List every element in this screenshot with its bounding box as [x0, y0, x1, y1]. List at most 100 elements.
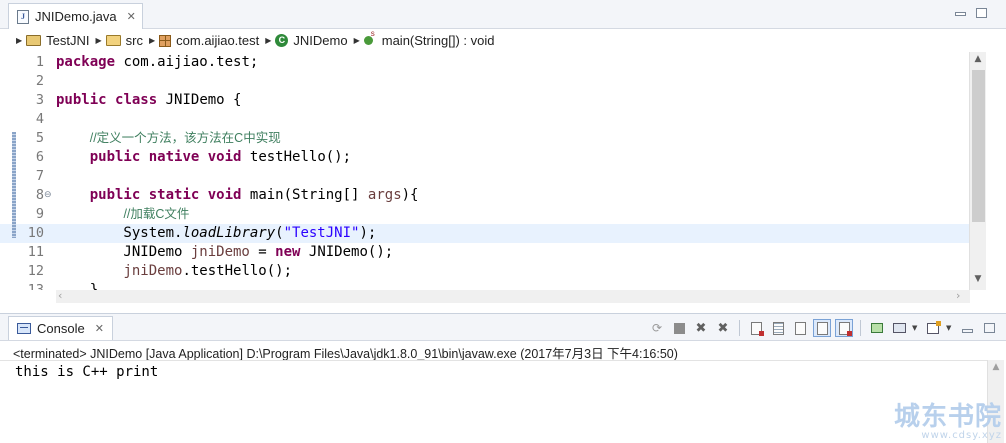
toolbar-separator	[860, 320, 861, 336]
code-line[interactable]: 13 }	[0, 281, 970, 290]
code-text: jniDemo.testHello();	[123, 263, 293, 279]
maximize-icon[interactable]	[976, 8, 987, 18]
editor-tab-strip: J JNIDemo.java ✕	[0, 0, 1006, 29]
close-icon[interactable]: ✕	[95, 322, 104, 335]
pin-console-icon[interactable]	[868, 319, 886, 337]
scroll-up-icon[interactable]: ▲	[988, 362, 1004, 372]
editor-tab-label: JNIDemo.java	[35, 9, 117, 24]
console-tab[interactable]: Console ✕	[8, 316, 113, 340]
watermark-url: www.cdsy.xyz	[921, 430, 1002, 441]
line-number: 5	[35, 130, 44, 146]
editor-tab-jnidemo[interactable]: J JNIDemo.java ✕	[8, 3, 143, 29]
console-part: Console ✕ ⟳ ✖ ✖ ▼ ▼ <terminated> JNIDemo…	[0, 313, 1006, 443]
clear-console-icon[interactable]	[747, 319, 765, 337]
scroll-up-icon[interactable]: ▲	[970, 54, 986, 64]
breadcrumb-label: JNIDemo	[293, 33, 348, 48]
breadcrumb-separator-icon[interactable]: ▶	[265, 36, 271, 45]
fold-collapse-icon[interactable]: ⊖	[44, 186, 52, 205]
breadcrumb-item-project[interactable]: TestJNI	[26, 33, 90, 48]
line-number: 4	[35, 111, 44, 127]
code-text: public native void testHello();	[89, 149, 352, 165]
line-number: 2	[35, 73, 44, 89]
line-number: 12	[27, 263, 44, 279]
breadcrumb-label: com.aijiao.test	[176, 33, 260, 48]
show-on-stdout-icon[interactable]	[813, 319, 831, 337]
open-console-icon[interactable]	[924, 319, 942, 337]
editor-vertical-scrollbar[interactable]: ▲ ▼	[969, 52, 986, 290]
watermark-title: 城东书院	[893, 402, 1002, 432]
chevron-down-icon[interactable]: ▼	[946, 324, 954, 332]
remove-all-terminated-icon[interactable]: ✖	[714, 319, 732, 337]
code-line[interactable]: 11 JNIDemo jniDemo = new JNIDemo();	[0, 243, 970, 262]
editor-horizontal-scrollbar[interactable]: ‹ ›	[56, 289, 970, 303]
code-line[interactable]: 6 public native void testHello();	[0, 148, 970, 167]
breadcrumb-separator-icon[interactable]: ▶	[149, 36, 155, 45]
terminate-icon[interactable]	[670, 319, 688, 337]
code-text: public class JNIDemo {	[56, 92, 242, 108]
scroll-left-icon[interactable]: ‹	[58, 289, 62, 302]
breadcrumb: ▶ TestJNI ▶ src ▶ com.aijiao.test ▶ C JN…	[0, 29, 1006, 51]
line-number: 7	[35, 168, 44, 184]
close-icon[interactable]: ✕	[127, 10, 136, 23]
line-number: 1	[35, 54, 44, 70]
breadcrumb-item-src[interactable]: src	[105, 33, 143, 48]
code-line[interactable]: 10 System.loadLibrary("TestJNI");	[0, 224, 970, 243]
change-ruler-bar	[12, 132, 16, 238]
display-console-icon[interactable]	[890, 319, 908, 337]
minimize-icon[interactable]	[958, 319, 976, 337]
scroll-down-icon[interactable]: ▼	[970, 274, 986, 284]
toolbar-separator	[739, 320, 740, 336]
scrollbar-thumb[interactable]	[972, 70, 985, 222]
code-line[interactable]: 7	[0, 167, 970, 186]
breadcrumb-label: TestJNI	[46, 33, 90, 48]
code-text: System.loadLibrary("TestJNI");	[56, 225, 377, 241]
breadcrumb-item-package[interactable]: com.aijiao.test	[159, 33, 259, 48]
breadcrumb-label: main(String[]) : void	[381, 33, 495, 48]
breadcrumb-label: src	[125, 33, 143, 48]
class-icon: C	[275, 34, 289, 47]
code-line[interactable]: 4	[0, 110, 970, 129]
console-output-area[interactable]: this is C++ print	[0, 360, 987, 443]
breadcrumb-separator-icon[interactable]: ▶	[96, 36, 102, 45]
console-icon	[17, 323, 31, 334]
breadcrumb-item-class[interactable]: C JNIDemo	[275, 33, 348, 48]
code-line[interactable]: 8 ⊖ public static void main(String[] args…	[0, 186, 970, 205]
java-file-icon: J	[17, 9, 29, 24]
line-number: 11	[27, 244, 44, 260]
chevron-down-icon[interactable]: ▼	[912, 324, 920, 332]
code-text: JNIDemo jniDemo = new JNIDemo();	[56, 244, 394, 260]
word-wrap-icon[interactable]	[791, 319, 809, 337]
code-text: //加载C文件	[123, 207, 190, 221]
source-folder-icon	[105, 35, 121, 46]
minimize-icon[interactable]	[955, 12, 966, 16]
console-tab-label: Console	[37, 321, 85, 336]
static-method-icon	[363, 29, 375, 45]
java-project-icon	[26, 35, 42, 46]
breadcrumb-expand-icon[interactable]: ▶	[16, 36, 22, 45]
code-line[interactable]: 12 jniDemo.testHello();	[0, 262, 970, 281]
show-on-stderr-icon[interactable]	[835, 319, 853, 337]
code-text: //定义一个方法，该方法在C中实现	[89, 131, 281, 145]
editor-part: J JNIDemo.java ✕ ▶ TestJNI ▶ src ▶ com.a…	[0, 0, 1006, 311]
relaunch-icon[interactable]: ⟳	[648, 319, 666, 337]
breadcrumb-item-method[interactable]: main(String[]) : void	[363, 29, 495, 48]
scroll-right-icon[interactable]: ›	[956, 289, 960, 302]
code-line[interactable]: 2	[0, 72, 970, 91]
console-toolbar: ⟳ ✖ ✖ ▼ ▼	[648, 318, 998, 338]
line-number: 10	[27, 225, 44, 241]
code-line[interactable]: 5 //定义一个方法，该方法在C中实现	[0, 129, 970, 148]
remove-launch-icon[interactable]: ✖	[692, 319, 710, 337]
code-line[interactable]: 1 package com.aijiao.test;	[0, 53, 970, 72]
maximize-icon[interactable]	[980, 319, 998, 337]
watermark-logo: 城东书院 www.cdsy.xyz	[894, 403, 1002, 441]
scroll-lock-icon[interactable]	[769, 319, 787, 337]
code-editor[interactable]: 1 package com.aijiao.test; 2 3 public class …	[0, 52, 1006, 290]
line-number: 8	[35, 187, 44, 203]
code-text: package com.aijiao.test;	[56, 54, 259, 70]
line-number: 3	[35, 92, 44, 108]
line-number: 9	[35, 206, 44, 222]
code-line[interactable]: 9 //加载C文件	[0, 205, 970, 224]
line-number: 6	[35, 149, 44, 165]
breadcrumb-separator-icon[interactable]: ▶	[354, 36, 360, 45]
code-line[interactable]: 3 public class JNIDemo {	[0, 91, 970, 110]
